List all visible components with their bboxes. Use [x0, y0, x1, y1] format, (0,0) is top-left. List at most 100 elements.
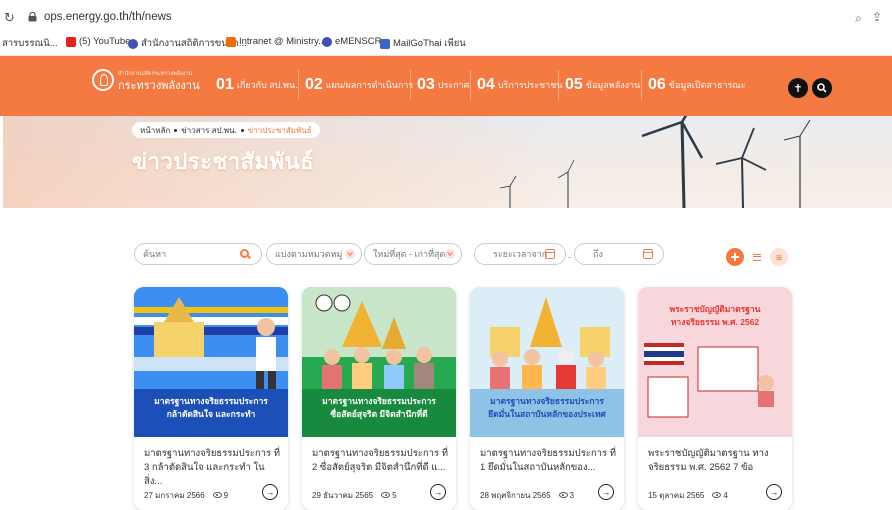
nav-item-announcements[interactable]: 03 ประกาศ [410, 70, 469, 100]
chevron-down-icon [445, 249, 455, 259]
category-select[interactable]: แบ่งตามหมวดหมู่ [266, 243, 362, 265]
chevron-down-icon [345, 249, 355, 259]
logo-title: กระทรวงพลังงาน [118, 80, 200, 92]
news-card[interactable]: พระราชบัญญัติมาตรฐาน ทางจริยธรรม พ.ศ. 25… [638, 287, 792, 510]
sort-select[interactable]: ใหม่ที่สุด - เก่าที่สุด [364, 243, 462, 265]
reload-icon[interactable]: ↻ [4, 10, 15, 26]
search-input[interactable]: ค้นหา [134, 243, 262, 265]
search-icon[interactable] [812, 78, 832, 98]
browser-chrome: ↻ ops.energy.go.th/th/news ⌕ ⇪ สารบรรณนิ… [0, 0, 892, 56]
view-count: 4 [712, 491, 728, 500]
nav-num: 06 [648, 76, 666, 93]
nav-num: 02 [305, 76, 323, 93]
breadcrumb: หน้าหลัก ข่าวสาร สป.พน. ข่าวประชาสัมพันธ… [132, 122, 320, 138]
nav-item-about[interactable]: 01 เกี่ยวกับ สป.พน. [210, 70, 298, 100]
breadcrumb-news[interactable]: ข่าวสาร สป.พน. [181, 124, 237, 137]
arrow-right-icon[interactable]: → [430, 484, 446, 500]
nav-label: แผน/ผลการดำเนินการ [325, 80, 414, 90]
intranet-icon [226, 36, 236, 47]
view-count: 3 [558, 491, 574, 500]
url-text[interactable]: ops.energy.go.th/th/news [44, 11, 172, 23]
address-bar[interactable]: ↻ ops.energy.go.th/th/news ⌕ ⇪ [0, 6, 892, 32]
page-title: ข่าวประชาสัมพันธ์ [132, 149, 315, 174]
eye-icon [558, 492, 568, 498]
eye-icon [712, 492, 722, 498]
arrow-right-icon[interactable]: → [598, 484, 614, 500]
arrow-right-icon[interactable]: → [262, 484, 278, 500]
thumbnail-caption: มาตรฐานทางจริยธรรมประการ กล้าตัดสินใจ แล… [134, 389, 288, 437]
news-card[interactable]: มาตรฐานทางจริยธรรมประการ กล้าตัดสินใจ แล… [134, 287, 288, 510]
news-title[interactable]: มาตรฐานทางจริยธรรมประการ ที่ 2 ซื่อสัตย์… [312, 447, 448, 475]
site-logo[interactable]: สำนักงานปลัดกระทรวงพลังงาน กระทรวงพลังงา… [92, 68, 200, 92]
mail-icon [380, 38, 390, 49]
news-title[interactable]: มาตรฐานทางจริยธรรมประการ ที่ 3 กล้าตัดสิ… [144, 447, 280, 489]
eye-icon [212, 492, 222, 498]
bookmark-item[interactable]: MailGoThai เพียน [380, 36, 466, 51]
date-from-input[interactable]: ระยะเวลาจาก [474, 243, 566, 265]
wind-turbines-image [499, 116, 811, 208]
news-card[interactable]: มาตรฐานทางจริยธรรมประการ ยึดมั่นในสถาบัน… [470, 287, 624, 510]
lock-icon [28, 12, 37, 22]
search-icon[interactable] [240, 249, 249, 258]
news-title[interactable]: พระราชบัญญัติมาตรฐาน ทางจริยธรรม พ.ศ. 25… [648, 447, 784, 475]
news-date: 15 ตุลาคม 2565 [648, 491, 705, 500]
rss-button[interactable]: ≋ [770, 248, 788, 266]
nav-item-open-data[interactable]: 06 ข้อมูลเปิดสาธารณะ [641, 70, 746, 100]
news-meta: 29 ธันวาคม 2565 5 [312, 489, 397, 502]
nav-label: บริการประชาชน [497, 80, 563, 90]
nav-num: 05 [565, 76, 583, 93]
logo-text: สำนักงานปลัดกระทรวงพลังงาน กระทรวงพลังงา… [118, 68, 200, 92]
bookmark-label: (5) YouTube [79, 36, 131, 47]
list-icon [753, 253, 761, 261]
news-date: 27 มกราคม 2566 [144, 491, 205, 500]
news-thumbnail[interactable]: มาตรฐานทางจริยธรรมประการ ซื่อสัตย์สุจริต… [302, 287, 456, 437]
calendar-icon[interactable] [643, 249, 653, 259]
news-title[interactable]: มาตรฐานทางจริยธรรมประการ ที่ 1 ยึดมั่นใน… [480, 447, 616, 475]
ministry-emblem-icon [92, 69, 114, 91]
zoom-icon[interactable]: ⌕ [855, 11, 862, 26]
news-thumbnail[interactable]: มาตรฐานทางจริยธรรมประการ ยึดมั่นในสถาบัน… [470, 287, 624, 437]
search-placeholder: ค้นหา [143, 249, 167, 259]
thumbnail-caption-line: มาตรฐานทางจริยธรรมประการ [322, 396, 436, 406]
logo-subtitle: สำนักงานปลัดกระทรวงพลังงาน [118, 71, 193, 77]
main-navbar: สำนักงานปลัดกระทรวงพลังงาน กระทรวงพลังงา… [0, 56, 892, 116]
news-meta: 15 ตุลาคม 2565 4 [648, 489, 728, 502]
accessibility-icon[interactable]: ✝ [788, 78, 808, 98]
bookmark-label: สารบรรณนิ... [2, 38, 58, 49]
breadcrumb-separator [174, 128, 178, 132]
category-label: แบ่งตามหมวดหมู่ [275, 249, 343, 259]
nav-item-plans[interactable]: 02 แผน/ผลการดำเนินการ [298, 70, 413, 100]
breadcrumb-home[interactable]: หน้าหลัก [140, 124, 170, 137]
grid-view-button[interactable] [726, 248, 744, 266]
arrow-right-icon[interactable]: → [766, 484, 782, 500]
thumbnail-caption: พระราชบัญญัติมาตรฐาน ทางจริยธรรม พ.ศ. 25… [638, 291, 792, 327]
share-icon[interactable]: ⇪ [872, 10, 882, 24]
date-to-placeholder: ถึง [593, 249, 603, 259]
nav-item-services[interactable]: 04 บริการประชาชน [470, 70, 562, 100]
bookmark-label: MailGoThai เพียน [393, 38, 466, 49]
news-thumbnail[interactable]: พระราชบัญญัติมาตรฐาน ทางจริยธรรม พ.ศ. 25… [638, 287, 792, 437]
news-date: 28 พฤศจิกายน 2565 [480, 491, 551, 500]
bookmark-item[interactable]: สารบรรณนิ... [2, 36, 58, 51]
nav-item-energy-data[interactable]: 05 ข้อมูลพลังงาน [558, 70, 640, 100]
thumbnail-caption: มาตรฐานทางจริยธรรมประการ ยึดมั่นในสถาบัน… [470, 389, 624, 437]
breadcrumb-separator [240, 128, 244, 132]
calendar-icon[interactable] [545, 249, 555, 259]
date-to-input[interactable]: ถึง [574, 243, 664, 265]
news-date: 29 ธันวาคม 2565 [312, 491, 374, 500]
thumbnail-caption-line: พระราชบัญญัติมาตรฐาน [669, 304, 761, 314]
bookmark-item[interactable]: eMENSCR [322, 36, 381, 47]
news-thumbnail[interactable]: มาตรฐานทางจริยธรรมประการ กล้าตัดสินใจ แล… [134, 287, 288, 437]
date-from-placeholder: ระยะเวลาจาก [493, 249, 548, 259]
news-card[interactable]: มาตรฐานทางจริยธรรมประการ ซื่อสัตย์สุจริต… [302, 287, 456, 510]
bookmark-item[interactable]: (5) YouTube [66, 36, 130, 47]
filter-bar: ค้นหา แบ่งตามหมวดหมู่ ใหม่ที่สุด - เก่าท… [0, 238, 892, 268]
view-count: 5 [381, 491, 397, 500]
thumbnail-caption-line: ยึดมั่นในสถาบันหลักของประเทศ [488, 409, 606, 419]
thumbnail-caption-line: ซื่อสัตย์สุจริต มีจิตสำนึกที่ดี [330, 409, 428, 419]
news-grid: มาตรฐานทางจริยธรรมประการ กล้าตัดสินใจ แล… [0, 287, 892, 510]
thumbnail-caption: มาตรฐานทางจริยธรรมประการ ซื่อสัตย์สุจริต… [302, 389, 456, 437]
list-view-button[interactable] [748, 248, 766, 266]
bookmark-item[interactable]: Intranet @ Ministry... [226, 36, 326, 47]
sort-label: ใหม่ที่สุด - เก่าที่สุด [373, 249, 446, 259]
